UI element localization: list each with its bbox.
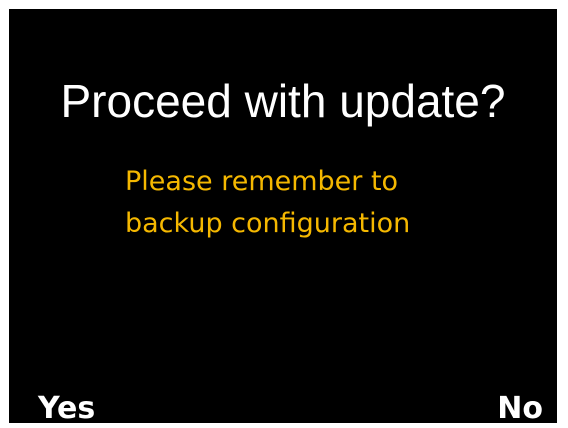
device-screen: Proceed with update? Please remember to … xyxy=(9,9,557,426)
message-line-1: Please remember to xyxy=(125,166,399,197)
backup-reminder-message: Please remember to backup configuration xyxy=(125,161,410,245)
message-line-2: backup configuration xyxy=(125,208,411,239)
no-button[interactable]: No xyxy=(497,391,543,427)
yes-button[interactable]: Yes xyxy=(38,391,95,427)
dialog-title: Proceed with update? xyxy=(60,75,506,127)
